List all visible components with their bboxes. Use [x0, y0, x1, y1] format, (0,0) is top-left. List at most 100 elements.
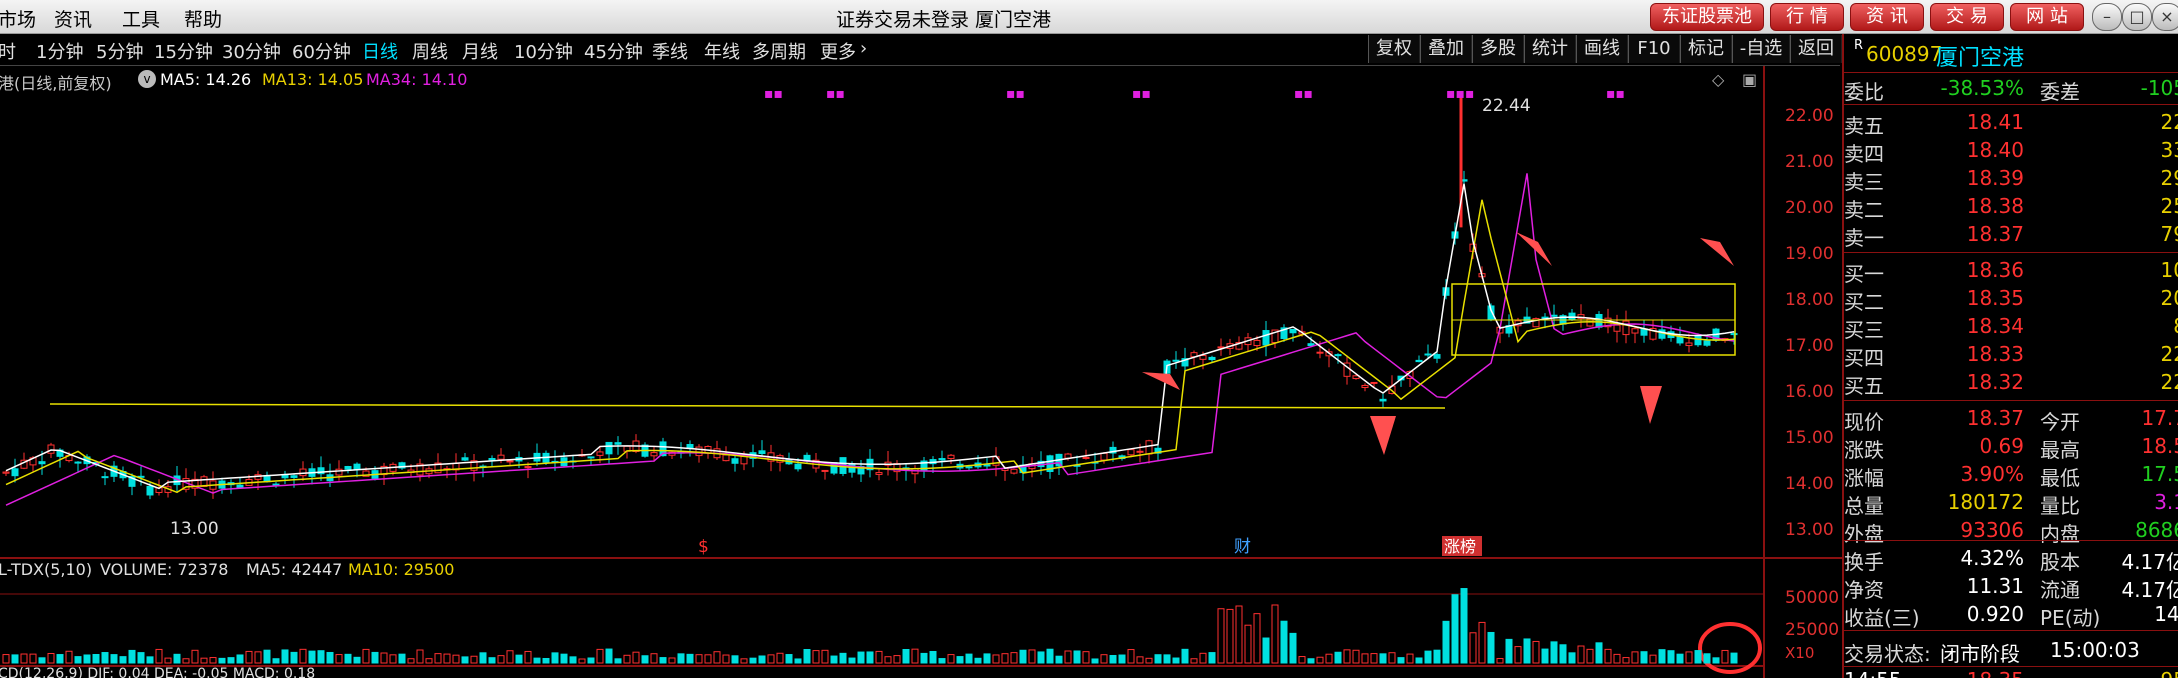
- f10-button[interactable]: F10: [1628, 35, 1680, 63]
- tab-multi-period[interactable]: 多周期: [752, 38, 806, 64]
- price-tick: 15.00: [1785, 428, 1834, 448]
- price-tick: 19.00: [1785, 244, 1834, 264]
- tab-45min[interactable]: 45分钟: [584, 38, 643, 64]
- close-icon[interactable]: ×: [2152, 3, 2178, 31]
- back-button[interactable]: 返回: [1790, 35, 1842, 63]
- trade-status-row: 交易状态: 闭市阶段 15:00:03: [1844, 638, 2140, 666]
- overlay-button[interactable]: 叠加: [1420, 35, 1472, 63]
- ask-row[interactable]: 卖一18.3779: [1844, 222, 2178, 250]
- event-mark-finance[interactable]: 财: [1234, 537, 1251, 557]
- tab-yearly[interactable]: 年线: [704, 38, 740, 64]
- stats-button[interactable]: 统计: [1524, 35, 1576, 63]
- bid-row[interactable]: 买一18.3610: [1844, 258, 2178, 286]
- maximize-icon[interactable]: □: [2122, 3, 2152, 31]
- ask-row[interactable]: 卖五18.4122: [1844, 110, 2178, 138]
- tab-5min[interactable]: 5分钟: [96, 38, 143, 64]
- svg-text:▪▪: ▪▪: [826, 86, 845, 102]
- divider: [1844, 400, 2178, 401]
- menu-help[interactable]: 帮助: [184, 5, 222, 32]
- macd-legend: CD(12,26,9) DIF: 0.04 DEA: -0.05 MACD: 0…: [0, 666, 316, 678]
- tab-monthly[interactable]: 月线: [462, 38, 498, 64]
- stat-row: 外盘93306内盘8686: [1844, 518, 2178, 546]
- mark-button[interactable]: 标记: [1680, 35, 1732, 63]
- tab-60min[interactable]: 60分钟: [292, 38, 351, 64]
- watchlist-button[interactable]: -自选: [1732, 35, 1790, 63]
- ask-row[interactable]: 卖二18.3825: [1844, 194, 2178, 222]
- fundamental-row: 换手 4.32% 股本 4.17亿: [1844, 546, 2178, 574]
- quote-panel: R 600897 厦门空港 委比 -38.53% 委差 -105 卖五18.41…: [1842, 34, 2178, 678]
- volume-ma10: MA10: 29500: [348, 560, 455, 579]
- price-tick: 14.00: [1785, 474, 1834, 494]
- tab-more[interactable]: 更多: [820, 38, 856, 64]
- multi-stock-button[interactable]: 多股: [1472, 35, 1524, 63]
- kline-chart[interactable]: ▪▪ ▪▪ ▪▪ ▪▪ ▪▪ ▪▪▪ ▪▪ 22.44 13.00 $ 财 涨榜: [0, 66, 1842, 678]
- svg-text:▪▪: ▪▪: [1294, 86, 1313, 102]
- tab-30min[interactable]: 30分钟: [222, 38, 281, 64]
- tab-15min[interactable]: 15分钟: [154, 38, 213, 64]
- adjust-button[interactable]: 复权: [1368, 35, 1420, 63]
- svg-text:▪▪: ▪▪: [1606, 86, 1625, 102]
- quotes-button[interactable]: 行 情: [1770, 3, 1844, 31]
- event-mark-dollar[interactable]: $: [698, 537, 709, 557]
- period-tab-bar: 时 1分钟 5分钟 15分钟 30分钟 60分钟 日线 周线 月线 10分钟 4…: [0, 34, 1842, 66]
- tab-1min[interactable]: 1分钟: [36, 38, 83, 64]
- low-label: 13.00: [170, 519, 219, 539]
- draw-button[interactable]: 画线: [1576, 35, 1628, 63]
- volume-bars: [2, 588, 1738, 664]
- divider: [1844, 630, 2178, 631]
- divider: [1844, 72, 2178, 73]
- weibi-row: 委比 -38.53% 委差 -105: [1844, 76, 2178, 104]
- stat-row: 涨幅3.90%最低17.5: [1844, 462, 2178, 490]
- bid-row[interactable]: 买四18.3322: [1844, 342, 2178, 370]
- volume-ma5: MA5: 42447: [246, 560, 343, 579]
- price-tick: 20.00: [1785, 198, 1834, 218]
- volume-scale: X10: [1785, 644, 1815, 662]
- price-tick: 16.00: [1785, 382, 1834, 402]
- tab-weekly[interactable]: 周线: [412, 38, 448, 64]
- price-tick: 22.00: [1785, 106, 1834, 126]
- svg-text:▪▪: ▪▪: [764, 86, 783, 102]
- tab-daily[interactable]: 日线: [362, 38, 398, 64]
- price-tick: 18.00: [1785, 290, 1834, 310]
- stat-row: 总量180172量比3.1: [1844, 490, 2178, 518]
- website-button[interactable]: 网 站: [2010, 3, 2084, 31]
- chevron-right-icon[interactable]: ›: [860, 38, 867, 59]
- high-label: 22.44: [1482, 96, 1531, 116]
- tab-10min[interactable]: 10分钟: [514, 38, 573, 64]
- r-flag: R: [1854, 38, 1864, 53]
- stock-pool-button[interactable]: 东证股票池: [1650, 3, 1764, 31]
- ask-row[interactable]: 卖三18.3929: [1844, 166, 2178, 194]
- event-mark-gainer[interactable]: 涨榜: [1444, 537, 1476, 556]
- divider: [1844, 104, 2178, 105]
- stat-row: 现价18.37今开17.7: [1844, 406, 2178, 434]
- stock-name: 厦门空港: [1936, 46, 2025, 71]
- stat-row: 涨跌0.69最高18.5: [1844, 434, 2178, 462]
- menu-tools[interactable]: 工具: [122, 5, 160, 32]
- tab-quarterly[interactable]: 季线: [652, 38, 688, 64]
- menu-market[interactable]: 市场: [0, 5, 36, 32]
- minimize-icon[interactable]: –: [2092, 3, 2122, 31]
- tab-intraday[interactable]: 时: [0, 38, 16, 64]
- title-bar: 市场 资讯 工具 帮助 证券交易未登录 厦门空港 东证股票池 行 情 资 讯 交…: [0, 0, 2178, 34]
- volume-tick: 50000: [1785, 588, 1840, 608]
- divider: [1844, 666, 2178, 667]
- bid-row[interactable]: 买五18.3222: [1844, 370, 2178, 398]
- news-button[interactable]: 资 讯: [1850, 3, 1924, 31]
- bid-row[interactable]: 买二18.3520: [1844, 286, 2178, 314]
- volume-indicator-label: L-TDX(5,10): [0, 560, 93, 579]
- annotation-arrows: [1142, 232, 1762, 674]
- svg-text:▪▪: ▪▪: [1132, 86, 1151, 102]
- price-tick: 21.00: [1785, 152, 1834, 172]
- stock-code: 600897: [1866, 42, 1943, 66]
- volume-tick: 25000: [1785, 620, 1840, 640]
- ask-row[interactable]: 卖四18.4033: [1844, 138, 2178, 166]
- trade-button[interactable]: 交 易: [1930, 3, 2004, 31]
- menu-news[interactable]: 资讯: [54, 5, 92, 32]
- price-tick: 17.00: [1785, 336, 1834, 356]
- bid-row[interactable]: 买三18.348: [1844, 314, 2178, 342]
- tick-row: 14:55 18.35 95: [1844, 668, 2178, 678]
- svg-text:▪▪▪: ▪▪▪: [1446, 86, 1474, 102]
- divider: [1844, 540, 2178, 541]
- price-tick: 13.00: [1785, 520, 1834, 540]
- svg-text:▪▪: ▪▪: [1006, 86, 1025, 102]
